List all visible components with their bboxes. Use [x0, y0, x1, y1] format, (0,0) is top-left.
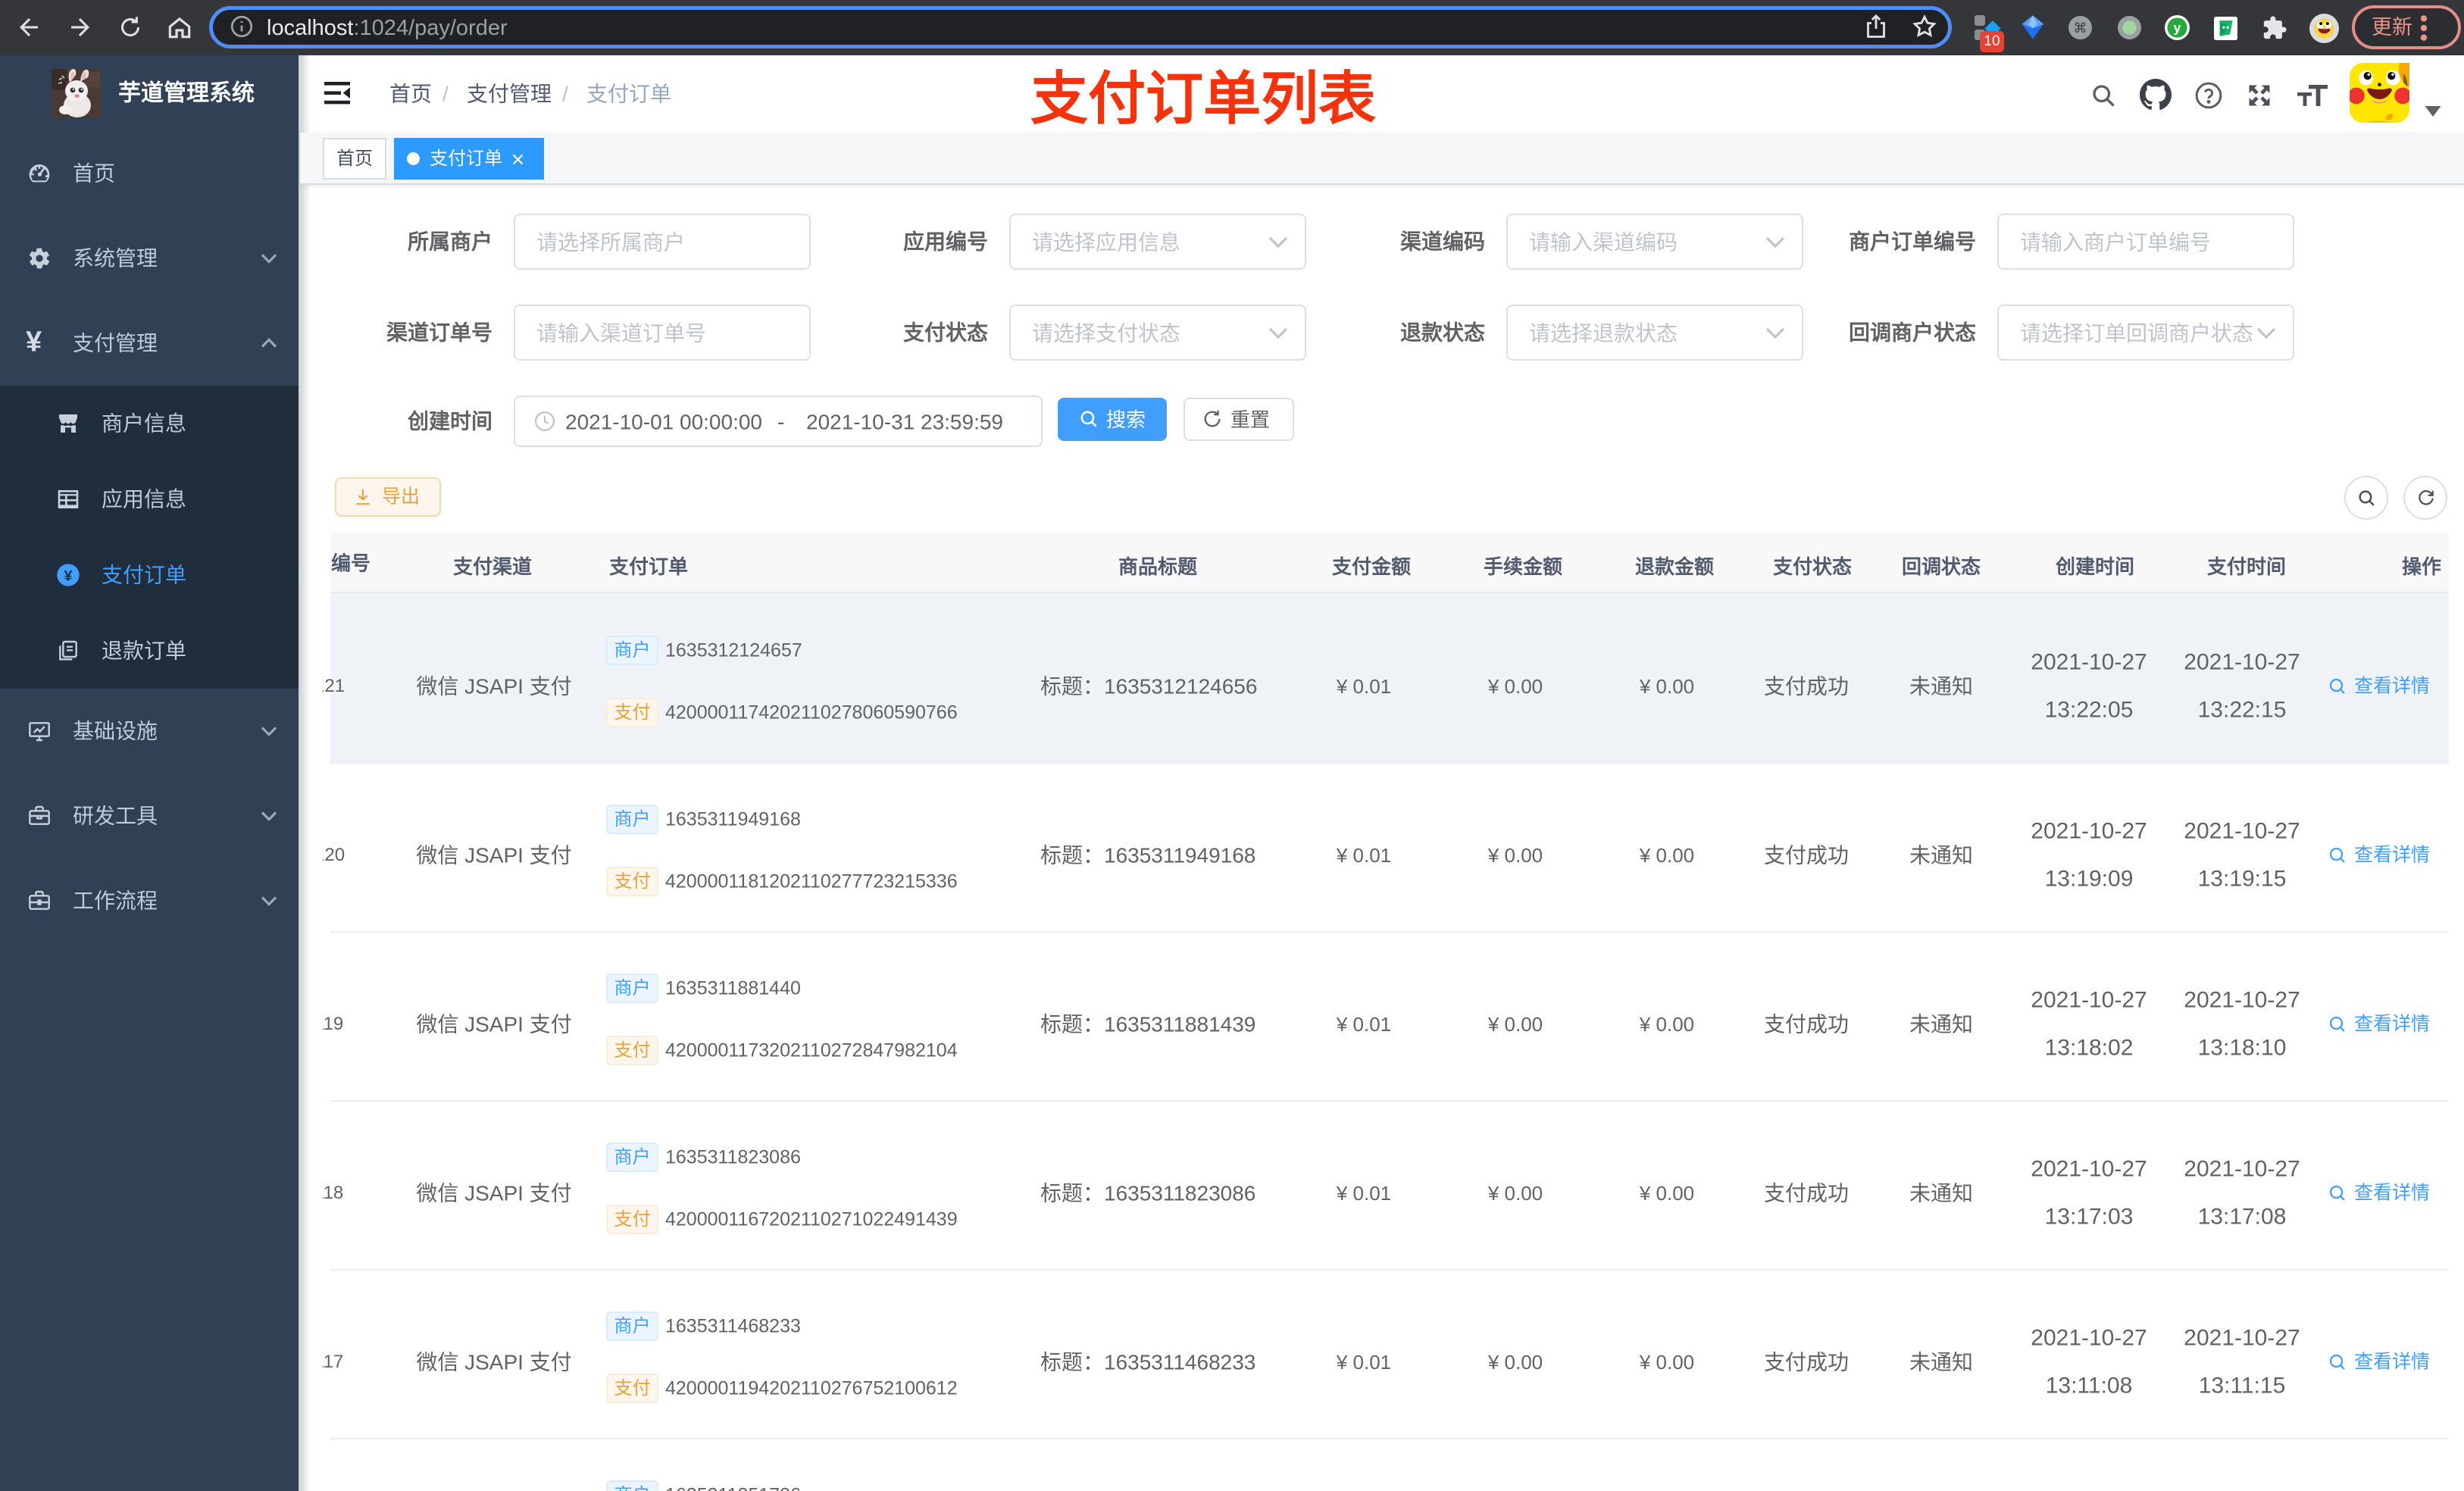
svg-text:y: y [2174, 20, 2181, 36]
svg-text:⌘: ⌘ [2073, 20, 2087, 36]
svg-text:¥: ¥ [64, 568, 73, 584]
